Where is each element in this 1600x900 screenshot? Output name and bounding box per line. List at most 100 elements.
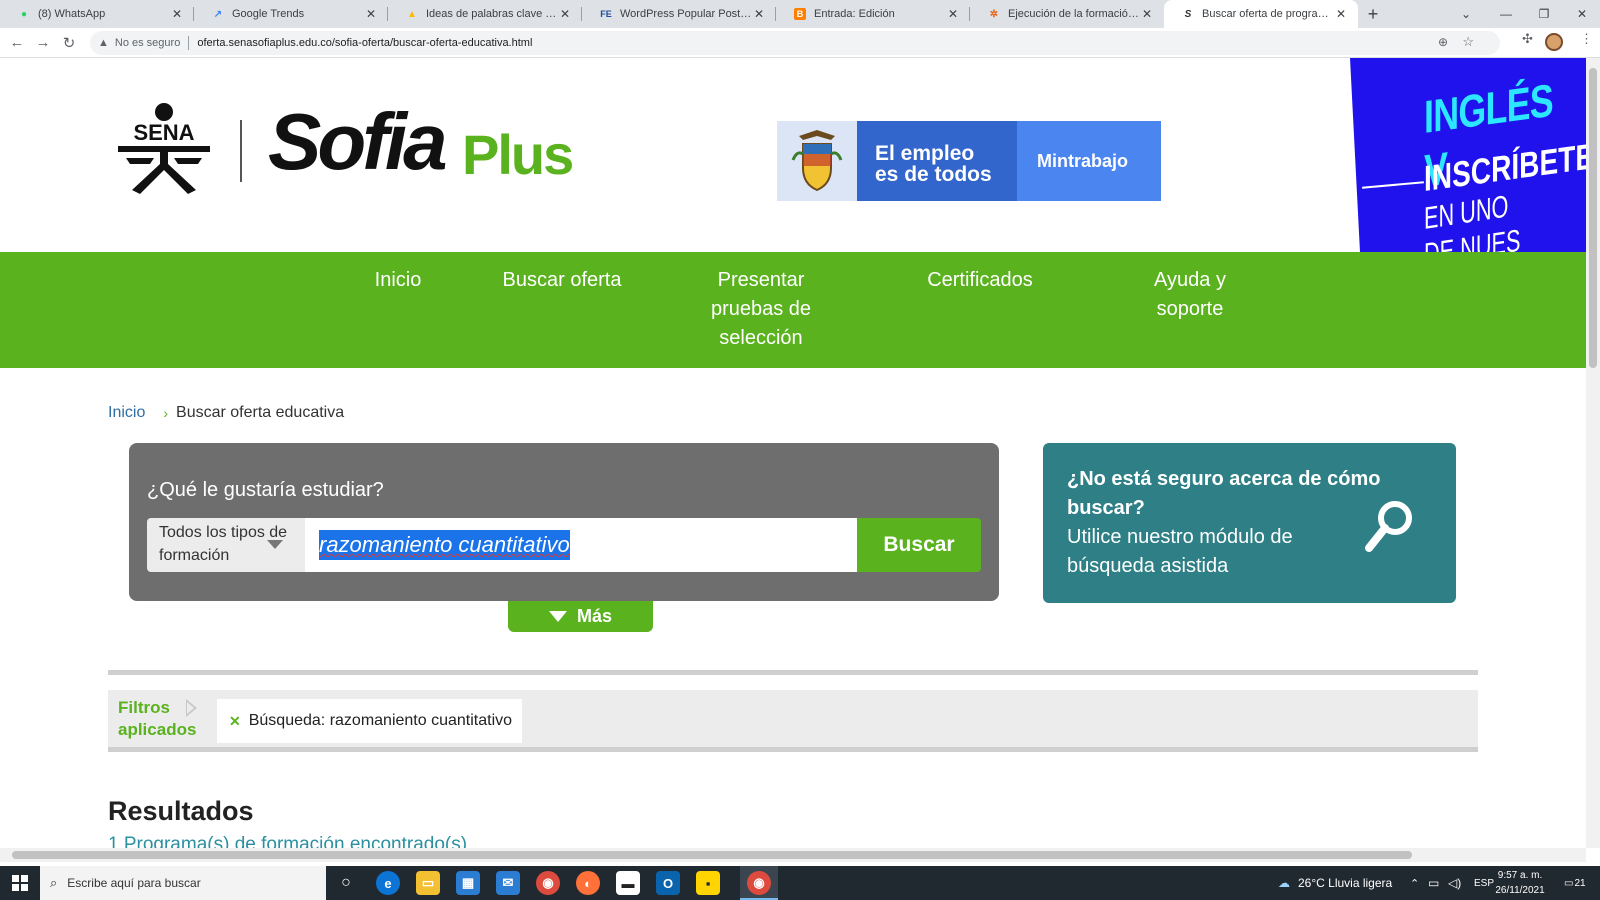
- arrow-right-icon: [186, 699, 197, 717]
- remove-filter-icon[interactable]: ✕: [229, 713, 241, 730]
- breadcrumb-home-link[interactable]: Inicio: [108, 404, 145, 422]
- tab-title: Buscar oferta de programas :: Sofia: [1202, 8, 1334, 20]
- more-options-button[interactable]: Más: [508, 601, 653, 632]
- search-input[interactable]: razomaniento cuantitativo: [305, 518, 859, 572]
- security-label[interactable]: No es seguro: [115, 37, 180, 49]
- network-icon[interactable]: ▭: [1428, 866, 1439, 900]
- sena-logo[interactable]: SENA: [116, 102, 212, 194]
- caret-down-icon: [548, 611, 567, 622]
- close-tab-icon[interactable]: ✕: [1140, 7, 1154, 21]
- file-explorer-icon[interactable]: ▭: [416, 871, 440, 895]
- results-count-link[interactable]: 1 Programa(s) de formación encontrado(s): [108, 834, 467, 848]
- scrollbar-thumb[interactable]: [12, 851, 1412, 859]
- windows-start-button[interactable]: [0, 866, 40, 900]
- notification-count: 21: [1574, 877, 1586, 889]
- edge-icon[interactable]: e: [376, 871, 400, 895]
- gov-slogan-line: es de todos: [875, 163, 992, 186]
- search-button[interactable]: Buscar: [857, 518, 981, 572]
- more-label: Más: [576, 606, 612, 626]
- web-page: SENA Sofia Plus El empleo es de todos Mi…: [0, 58, 1586, 848]
- profile-avatar[interactable]: [1545, 33, 1563, 51]
- assisted-search-card[interactable]: ¿No está seguro acerca de cómo buscar? U…: [1043, 443, 1456, 603]
- tab-title: Ideas de palabras clave - 794-69: [426, 8, 558, 20]
- search-icon: ⌕: [50, 875, 58, 890]
- chrome-active-icon[interactable]: ◉: [747, 871, 771, 895]
- clock-time: 9:57 a. m.: [1497, 870, 1543, 881]
- windows-taskbar: ⌕ Escribe aquí para buscar ○ e ▭ ▦ ✉ ◉ ◐…: [0, 866, 1600, 900]
- nav-item-inicio[interactable]: Inicio: [366, 266, 430, 295]
- url-text[interactable]: oferta.senasofiaplus.edu.co/sofia-oferta…: [197, 37, 532, 49]
- fe-icon: FE: [600, 9, 612, 19]
- government-banner[interactable]: El empleo es de todos Mintrabajo: [777, 121, 1161, 201]
- applied-filters-bar: Filtros aplicados ✕ Búsqueda: razomanien…: [108, 690, 1478, 752]
- nav-item-ayuda-soporte[interactable]: Ayuda y soporte: [1143, 266, 1237, 324]
- reload-icon[interactable]: ↻: [56, 30, 82, 56]
- taskbar-search-box[interactable]: ⌕ Escribe aquí para buscar: [40, 866, 326, 900]
- close-tab-icon[interactable]: ✕: [946, 7, 960, 21]
- close-tab-icon[interactable]: ✕: [1334, 7, 1348, 21]
- sofia-brand[interactable]: Sofia: [268, 96, 448, 188]
- divider: [188, 36, 190, 50]
- filter-chip[interactable]: ✕ Búsqueda: razomaniento cuantitativo: [217, 699, 523, 743]
- browser-tab[interactable]: ✲ Ejecución de la formación virtual ✕: [970, 0, 1164, 28]
- notification-icon: ▭: [1564, 877, 1574, 889]
- browser-tab-active[interactable]: S Buscar oferta de programas :: Sofia ✕: [1164, 0, 1358, 28]
- extensions-icon[interactable]: ✣: [1522, 31, 1533, 47]
- taskbar-clock[interactable]: 9:57 a. m. 26/11/2021: [1490, 868, 1550, 898]
- formation-type-select[interactable]: Todos los tipos de formación: [147, 518, 305, 572]
- mail-icon[interactable]: ✉: [496, 871, 520, 895]
- chrome-icon[interactable]: ◉: [536, 871, 560, 895]
- firefox-icon[interactable]: ◐: [576, 871, 600, 895]
- outlook-icon[interactable]: O: [656, 871, 680, 895]
- volume-icon[interactable]: ◁): [1448, 866, 1461, 900]
- vertical-scrollbar[interactable]: [1586, 58, 1600, 848]
- bookmark-star-icon[interactable]: ☆: [1462, 34, 1474, 50]
- browser-tab-strip: ● (8) WhatsApp ✕ ↗ Google Trends ✕ ▲ Ide…: [0, 0, 1600, 28]
- promo-banner[interactable]: INGLÉS V INSCRÍBETE EN UNO DE NUES: [1350, 58, 1586, 252]
- show-hidden-icons[interactable]: ⌃: [1410, 866, 1419, 900]
- scrollbar-thumb[interactable]: [1589, 68, 1597, 368]
- blogger-icon: B: [794, 8, 806, 20]
- breadcrumb-current: Buscar oferta educativa: [176, 404, 345, 421]
- close-tab-icon[interactable]: ✕: [558, 7, 572, 21]
- cloud-rain-icon: ☁: [1278, 876, 1290, 890]
- browser-tab[interactable]: B Entrada: Edición ✕: [776, 0, 970, 28]
- notification-center[interactable]: ▭ 21: [1564, 866, 1586, 900]
- search-input-value[interactable]: razomaniento cuantitativo: [319, 530, 570, 560]
- colombia-coat-of-arms-icon: [777, 121, 857, 201]
- browser-toolbar: ← → ↻ ▲ No es seguro oferta.senasofiaplu…: [0, 28, 1600, 58]
- applied-filters-text: Filtros aplicados: [118, 698, 197, 739]
- restore-button[interactable]: ❐: [1524, 0, 1564, 28]
- close-tab-icon[interactable]: ✕: [170, 7, 184, 21]
- new-tab-button[interactable]: +: [1358, 0, 1388, 28]
- store-icon[interactable]: ▦: [456, 871, 480, 895]
- nav-item-buscar-oferta[interactable]: Buscar oferta: [497, 266, 627, 295]
- menu-kebab-icon[interactable]: ⋮: [1580, 31, 1593, 47]
- tab-search-icon[interactable]: ⌄: [1446, 0, 1486, 28]
- sticky-notes-icon[interactable]: ▪: [696, 871, 720, 895]
- minimize-button[interactable]: —: [1486, 0, 1526, 28]
- nav-item-presentar-pruebas[interactable]: Presentar pruebas de selección: [706, 266, 816, 353]
- browser-tab[interactable]: ● (8) WhatsApp ✕: [0, 0, 194, 28]
- back-icon[interactable]: ←: [4, 30, 30, 56]
- cortana-icon[interactable]: ○: [334, 871, 358, 895]
- close-tab-icon[interactable]: ✕: [752, 7, 766, 21]
- weather-text: 26°C Lluvia ligera: [1298, 876, 1393, 890]
- horizontal-scrollbar[interactable]: [0, 848, 1586, 862]
- tab-title: Ejecución de la formación virtual: [1008, 8, 1140, 20]
- browser-tab[interactable]: ↗ Google Trends ✕: [194, 0, 388, 28]
- gov-slogan: El empleo es de todos: [857, 121, 1017, 201]
- browser-tab[interactable]: ▲ Ideas de palabras clave - 794-69 ✕: [388, 0, 582, 28]
- weather-widget[interactable]: ☁ 26°C Lluvia ligera: [1278, 866, 1392, 900]
- nav-item-certificados[interactable]: Certificados: [918, 266, 1042, 295]
- close-window-button[interactable]: ✕: [1562, 0, 1600, 28]
- close-tab-icon[interactable]: ✕: [364, 7, 378, 21]
- chevron-right-icon: ›: [163, 405, 169, 421]
- browser-tab[interactable]: FE WordPress Popular Posts < FARO ✕: [582, 0, 776, 28]
- forward-icon[interactable]: →: [30, 30, 56, 56]
- plus-brand[interactable]: Plus: [462, 122, 574, 187]
- results-heading: Resultados: [108, 796, 254, 826]
- address-bar[interactable]: ▲ No es seguro oferta.senasofiaplus.edu.…: [90, 31, 1500, 55]
- notepad-icon[interactable]: ▬: [616, 871, 640, 895]
- zoom-icon[interactable]: ⊕: [1438, 35, 1448, 49]
